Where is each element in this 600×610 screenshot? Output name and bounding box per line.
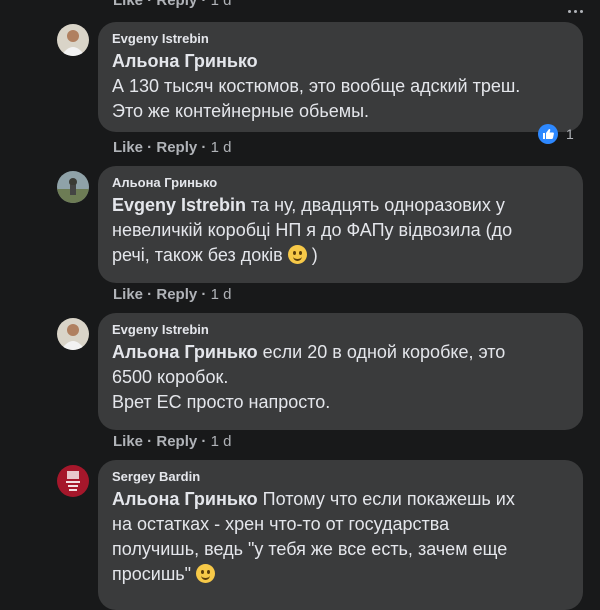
comment-author[interactable]: Evgeny Istrebin: [112, 321, 571, 338]
comment-line: А 130 тысяч костюмов, это вообще адский …: [112, 76, 521, 96]
timestamp[interactable]: 1 d: [211, 433, 232, 450]
reply-link[interactable]: Reply: [156, 433, 197, 450]
comment-line: 6500 коробок.: [112, 367, 229, 387]
like-link[interactable]: Like: [113, 433, 143, 450]
comment-line: на остатках - хрен что-то от государства: [112, 514, 450, 534]
comment-line: Потому что если покажешь их: [257, 489, 515, 509]
reply-link[interactable]: Reply: [156, 0, 197, 9]
reply-link[interactable]: Reply: [156, 286, 197, 303]
smile-emoji-icon: [196, 564, 216, 583]
comment-author[interactable]: Sergey Bardin: [112, 468, 571, 485]
comment-line: невеличкій коробці НП я до ФАПу відвозил…: [112, 220, 513, 240]
more-options-icon[interactable]: [568, 0, 586, 13]
reaction-count: 1: [566, 126, 574, 142]
timestamp[interactable]: 1 d: [211, 139, 232, 156]
comment-line: получишь, ведь "у тебя же все есть, заче…: [112, 539, 508, 559]
comment-author[interactable]: Альона Гринько: [112, 174, 571, 191]
comment-line: Врет ЕС просто напросто.: [112, 392, 331, 412]
mention[interactable]: Альона Гринько: [112, 489, 258, 509]
comment-line: та ну, двадцять одноразових у: [246, 195, 505, 215]
comment-line: Это же контейнерные обьемы.: [112, 101, 370, 121]
mention[interactable]: Альона Гринько: [112, 342, 258, 362]
mention[interactable]: Альона Гринько: [112, 51, 258, 71]
comment-bubble: Evgeny Istrebin Альона Гринько А 130 тыс…: [98, 22, 583, 132]
comment-actions: Like · Reply · 1 d: [113, 286, 232, 303]
comment-actions: Like · Reply · 1 d: [113, 139, 232, 156]
comment-text: Альона Гринько Потому что если покажешь …: [112, 487, 571, 587]
like-link[interactable]: Like: [113, 286, 143, 303]
comment-text: Альона Гринько если 20 в одной коробке, …: [112, 340, 571, 415]
comment-line: просишь": [112, 564, 197, 584]
comment-line: речі, також без доків: [112, 245, 288, 265]
like-link[interactable]: Like: [113, 0, 143, 9]
previous-comment-actions: Like · Reply · 1 d: [113, 0, 231, 9]
avatar[interactable]: [57, 465, 89, 497]
reply-link[interactable]: Reply: [156, 139, 197, 156]
timestamp[interactable]: 1 d: [211, 0, 232, 9]
comment-text: Evgeny Istrebin та ну, двадцять одноразо…: [112, 193, 571, 268]
comment-bubble: Evgeny Istrebin Альона Гринько если 20 в…: [98, 313, 583, 430]
like-link[interactable]: Like: [113, 139, 143, 156]
smile-emoji-icon: [287, 245, 307, 264]
reaction-summary[interactable]: 1: [538, 124, 574, 146]
comment-bubble: Альона Гринько Evgeny Istrebin та ну, дв…: [98, 166, 583, 283]
comment-line: ): [306, 245, 318, 265]
comment-text: Альона Гринько А 130 тысяч костюмов, это…: [112, 49, 571, 124]
comment-line: если 20 в одной коробке, это: [257, 342, 506, 362]
comment-author[interactable]: Evgeny Istrebin: [112, 30, 571, 47]
comment-bubble: Sergey Bardin Альона Гринько Потому что …: [98, 460, 583, 610]
avatar[interactable]: [57, 318, 89, 350]
thumbs-up-icon: [538, 124, 558, 144]
comment-actions: Like · Reply · 1 d: [113, 433, 232, 450]
mention[interactable]: Evgeny Istrebin: [112, 195, 246, 215]
avatar[interactable]: [57, 171, 89, 203]
avatar[interactable]: [57, 24, 89, 56]
timestamp[interactable]: 1 d: [211, 286, 232, 303]
